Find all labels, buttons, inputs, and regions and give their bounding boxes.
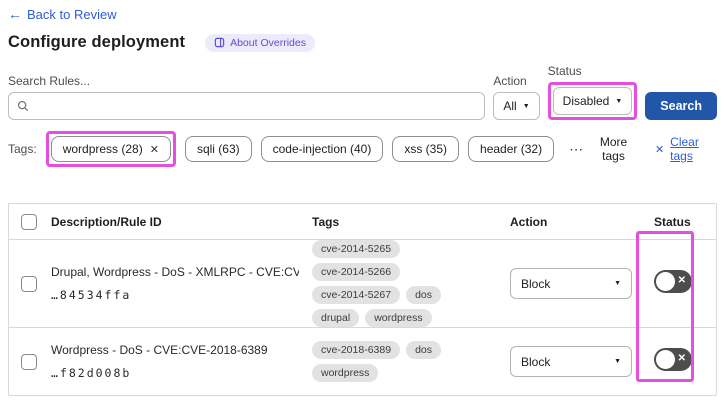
rule-tags-cell: cve-2014-5265 cve-2014-5266 cve-2014-5267 d… xyxy=(309,240,507,327)
rule-description: Wordpress - DoS - CVE:CVE-2018-6389 xyxy=(51,343,268,358)
table-row: Wordpress - DoS - CVE:CVE-2018-6389 …f82d… xyxy=(9,328,716,395)
rule-description: Drupal, Wordpress - DoS - XMLRPC - CVE:C… xyxy=(51,265,299,280)
chevron-down-icon: ▼ xyxy=(615,97,623,105)
tag-chip[interactable]: xss (35) xyxy=(392,136,460,162)
ellipsis-icon: ⋯ xyxy=(569,140,585,157)
select-all-checkbox[interactable] xyxy=(21,213,37,230)
action-select[interactable]: Block ▼ xyxy=(510,268,632,299)
row-checkbox[interactable] xyxy=(21,275,37,292)
rule-id: …84534ffa xyxy=(51,287,132,302)
search-box xyxy=(8,92,486,120)
column-header-action: Action xyxy=(510,214,548,229)
tag-chip[interactable]: code-injection (40) xyxy=(260,136,384,162)
row-checkbox[interactable] xyxy=(21,353,37,370)
toggle-knob xyxy=(656,271,675,291)
tags-bar: Tags: wordpress (28) ✕ sqli (63) code-injec… xyxy=(8,131,717,167)
more-tags-label: More tags xyxy=(599,135,628,163)
back-link[interactable]: ← Back to Review xyxy=(8,6,117,22)
rule-status-cell: ✕ xyxy=(647,269,716,298)
rule-tag-pill: cve-2014-5267 xyxy=(312,286,401,304)
status-label: Status xyxy=(547,64,582,78)
rule-action-cell: Block ▼ xyxy=(507,346,647,377)
rule-tag-pill: drupal xyxy=(312,309,360,327)
tag-chip[interactable]: header (32) xyxy=(468,136,555,162)
tag-chip[interactable]: sqli (63) xyxy=(184,136,252,162)
rule-tag-pill: dos xyxy=(406,341,441,359)
x-icon: ✕ xyxy=(654,143,665,156)
rule-tag-pill: wordpress xyxy=(365,309,432,327)
rule-status-cell: ✕ xyxy=(647,347,716,376)
action-select-value: Block xyxy=(521,276,551,291)
rule-tag-pill: dos xyxy=(406,286,441,304)
rule-tag-pill: cve-2014-5265 xyxy=(312,240,401,258)
rule-description-cell: Drupal, Wordpress - DoS - XMLRPC - CVE:C… xyxy=(45,265,309,302)
status-dropdown[interactable]: Disabled ▼ xyxy=(552,87,633,115)
table-body: Drupal, Wordpress - DoS - XMLRPC - CVE:C… xyxy=(9,240,716,395)
search-icon xyxy=(17,100,29,112)
row-checkbox-cell xyxy=(9,275,45,292)
tags-label: Tags: xyxy=(8,142,37,156)
action-select[interactable]: Block ▼ xyxy=(510,346,632,377)
tag-chip-label: code-injection (40) xyxy=(272,142,372,156)
clear-tags-label: Clear tags xyxy=(670,135,699,163)
chevron-down-icon: ▼ xyxy=(614,280,621,287)
status-dropdown-value: Disabled xyxy=(562,94,610,108)
tag-chip[interactable]: wordpress (28) ✕ xyxy=(50,136,171,162)
rule-tags-cell: cve-2018-6389 dos wordpress xyxy=(309,341,507,382)
filter-bar: Search Rules... Action All ▼ Status Disa… xyxy=(8,64,717,120)
table-header-row: Description/Rule ID Tags Action Status xyxy=(9,204,716,240)
x-icon: ✕ xyxy=(677,353,686,364)
column-header-tags: Tags xyxy=(312,214,340,229)
row-checkbox-cell xyxy=(9,353,45,370)
remove-tag-icon[interactable]: ✕ xyxy=(150,143,159,156)
selected-tag-highlight-box: wordpress (28) ✕ xyxy=(45,131,176,167)
back-link-label: Back to Review xyxy=(27,6,117,22)
rule-tag-pill: cve-2018-6389 xyxy=(312,341,401,359)
toggle-knob xyxy=(656,349,675,369)
action-select-value: Block xyxy=(521,354,551,369)
action-dropdown[interactable]: All ▼ xyxy=(493,92,540,120)
header-row: Configure deployment About Overrides xyxy=(8,33,717,52)
rule-action-cell: Block ▼ xyxy=(507,268,647,299)
chevron-down-icon: ▼ xyxy=(614,358,621,365)
rule-description-cell: Wordpress - DoS - CVE:CVE-2018-6389 …f82d… xyxy=(45,343,309,380)
back-arrow-icon: ← xyxy=(8,6,22,22)
status-dropdown-highlight-box: Disabled ▼ xyxy=(547,82,638,120)
search-rules-label: Search Rules... xyxy=(8,74,91,88)
column-header-status: Status xyxy=(654,214,691,229)
chevron-down-icon: ▼ xyxy=(522,102,530,110)
tag-chip-label: sqli (63) xyxy=(196,142,240,156)
status-toggle[interactable]: ✕ xyxy=(654,347,692,371)
about-overrides-label: About Overrides xyxy=(230,36,306,49)
rule-tag-pill: wordpress xyxy=(312,364,379,382)
docs-icon xyxy=(214,37,225,48)
status-toggle[interactable]: ✕ xyxy=(654,269,692,293)
about-overrides-badge[interactable]: About Overrides xyxy=(205,33,315,52)
action-label: Action xyxy=(493,74,527,88)
more-tags-button[interactable]: ⋯ More tags xyxy=(569,135,636,163)
action-dropdown-value: All xyxy=(503,99,517,113)
x-icon: ✕ xyxy=(677,275,686,286)
search-button[interactable]: Search xyxy=(645,92,717,120)
column-header-description: Description/Rule ID xyxy=(51,214,162,229)
tag-chip-label: header (32) xyxy=(480,142,543,156)
search-input[interactable] xyxy=(35,99,477,113)
rule-id: …f82d008b xyxy=(51,365,132,380)
clear-tags-link[interactable]: ✕ Clear tags xyxy=(655,135,717,163)
rules-table: Description/Rule ID Tags Action Status D… xyxy=(8,203,717,396)
rule-tag-pill: cve-2014-5266 xyxy=(312,263,401,281)
tag-chip-label: xss (35) xyxy=(404,142,448,156)
page-title: Configure deployment xyxy=(8,33,186,51)
table-row: Drupal, Wordpress - DoS - XMLRPC - CVE:C… xyxy=(9,240,716,328)
tag-chip-label: wordpress (28) xyxy=(62,142,143,156)
page: ← Back to Review Configure deployment Ab… xyxy=(0,0,725,406)
